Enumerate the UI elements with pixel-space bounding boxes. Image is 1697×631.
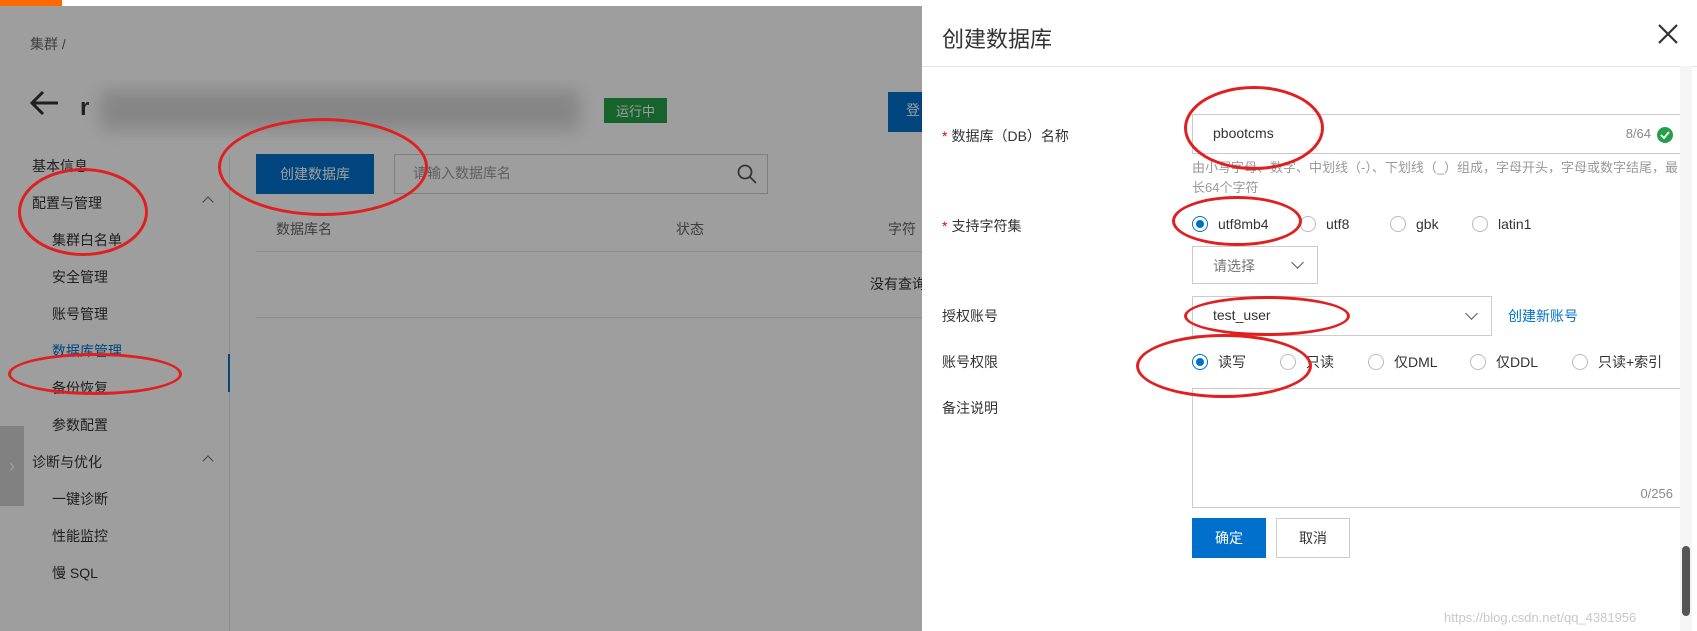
permission-radio-dml-only[interactable]: 仅DML <box>1368 352 1438 372</box>
db-name-char-count: 8/64 <box>1625 126 1651 141</box>
radio-unchecked-icon[interactable] <box>1390 216 1406 232</box>
radio-unchecked-icon[interactable] <box>1572 354 1588 370</box>
close-icon[interactable] <box>1656 22 1680 46</box>
create-account-link[interactable]: 创建新账号 <box>1508 306 1578 326</box>
chevron-down-icon[interactable] <box>1465 307 1478 320</box>
drawer-scrollbar[interactable] <box>1680 66 1692 631</box>
radio-unchecked-icon[interactable] <box>1472 216 1488 232</box>
account-label: 授权账号 <box>942 308 998 324</box>
radio-unchecked-icon[interactable] <box>1300 216 1316 232</box>
charset-radio-utf8[interactable]: utf8 <box>1300 216 1349 232</box>
remark-char-count: 0/256 <box>1640 486 1673 501</box>
scrollbar-thumb[interactable] <box>1682 546 1690 616</box>
charset-radio-gbk[interactable]: gbk <box>1390 216 1439 232</box>
permission-radio-read-only[interactable]: 只读 <box>1280 352 1334 372</box>
confirm-button[interactable]: 确定 <box>1192 518 1266 558</box>
db-name-input[interactable] <box>1213 125 1593 141</box>
valid-check-icon <box>1657 127 1673 143</box>
select-placeholder: 请选择 <box>1213 258 1255 274</box>
permission-radio-read-index[interactable]: 只读+索引 <box>1572 352 1662 372</box>
permission-radio-read-write[interactable]: 读写 <box>1192 352 1246 372</box>
charset-label: * 支持字符集 <box>942 218 1022 234</box>
db-name-label: * 数据库（DB）名称 <box>942 128 1069 144</box>
remark-label: 备注说明 <box>942 400 998 416</box>
radio-unchecked-icon[interactable] <box>1470 354 1486 370</box>
create-database-drawer: 创建数据库 *数据库（DB）名称 8/64 由小写字母、数字、中划线（-）、下划… <box>922 6 1697 631</box>
remark-textarea[interactable]: 0/256 <box>1192 388 1682 508</box>
modal-mask[interactable] <box>0 6 922 631</box>
cancel-button[interactable]: 取消 <box>1276 518 1350 558</box>
radio-checked-icon[interactable] <box>1192 354 1208 370</box>
db-name-field[interactable]: 8/64 <box>1192 114 1682 154</box>
required-asterisk: * <box>942 218 948 234</box>
chevron-down-icon[interactable] <box>1291 256 1304 269</box>
charset-collation-select[interactable]: 请选择 <box>1192 246 1318 284</box>
watermark: https://blog.csdn.net/qq_4381956 <box>1444 610 1637 625</box>
account-selected-value: test_user <box>1213 307 1271 323</box>
account-select[interactable]: test_user <box>1192 296 1492 336</box>
radio-unchecked-icon[interactable] <box>1280 354 1296 370</box>
radio-checked-icon[interactable] <box>1192 216 1208 232</box>
charset-radio-utf8mb4[interactable]: utf8mb4 <box>1192 216 1269 232</box>
radio-unchecked-icon[interactable] <box>1368 354 1384 370</box>
permission-radio-ddl-only[interactable]: 仅DDL <box>1470 352 1538 372</box>
charset-radio-latin1[interactable]: latin1 <box>1472 216 1531 232</box>
db-name-hint: 由小写字母、数字、中划线（-）、下划线（_）组成，字母开头，字母或数字结尾，最长… <box>1192 160 1679 195</box>
required-asterisk: * <box>942 128 948 144</box>
permission-label: 账号权限 <box>942 354 998 370</box>
divider <box>922 66 1697 67</box>
drawer-title: 创建数据库 <box>942 27 1053 52</box>
